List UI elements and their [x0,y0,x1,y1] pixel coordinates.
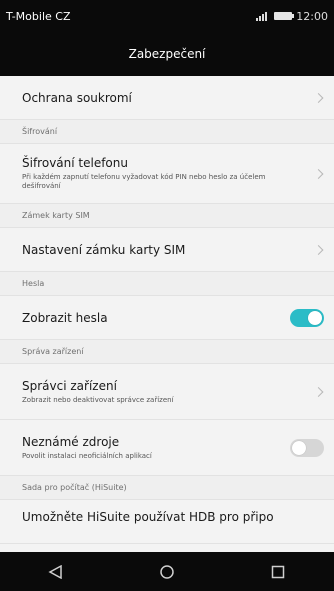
back-triangle-icon [48,564,62,579]
section-header-sim-lock: Zámek karty SIM [0,204,334,228]
recents-square-icon [272,565,285,578]
battery-icon [274,12,295,20]
unknown-sources-title: Neznámé zdroje [22,434,120,449]
device-admins-title: Správci zařízení [22,378,117,393]
chevron-right-icon [313,244,324,255]
chevron-right-icon [313,92,324,103]
back-button[interactable] [36,552,76,591]
hisuite-hdb-title: Umožněte HiSuite používat HDB pro připo [22,510,274,524]
unknown-sources-toggle[interactable] [290,438,324,457]
navigation-bar [0,552,334,591]
chevron-right-icon [313,386,324,397]
hisuite-hdb-item[interactable]: Umožněte HiSuite používat HDB pro připo [0,500,334,544]
page-title: Zabezpečení [128,47,206,61]
sim-lock-title: Nastavení zámku karty SIM [22,242,186,257]
show-passwords-title: Zobrazit hesla [22,310,108,325]
chevron-right-icon [313,168,324,179]
device-admins-subtitle: Zobrazit nebo deaktivovat správce zaříze… [22,395,174,404]
toggle-knob [308,310,322,325]
privacy-item[interactable]: Ochrana soukromí [0,76,334,120]
unknown-sources-subtitle: Povolit instalaci neoficiálních aplikací [22,451,152,460]
status-bar: T-Mobile CZ 12:00 [0,0,334,32]
device-admins-item[interactable]: Správci zařízení Zobrazit nebo deaktivov… [0,364,334,420]
clock: 12:00 [296,9,328,23]
phone-encryption-title: Šifrování telefonu [22,156,128,171]
page-header: Zabezpečení [0,32,334,76]
home-button[interactable] [147,552,187,591]
sim-lock-item[interactable]: Nastavení zámku karty SIM [0,228,334,272]
recents-button[interactable] [258,552,298,591]
section-header-device-admin: Správa zařízení [0,340,334,364]
section-header-hisuite: Sada pro počítač (HiSuite) [0,476,334,500]
section-header-encryption: Šifrování [0,120,334,144]
show-passwords-toggle[interactable] [290,308,324,327]
section-header-passwords: Hesla [0,272,334,296]
status-indicators: 12:00 [256,10,328,23]
home-circle-icon [160,564,174,579]
toggle-knob [292,440,306,455]
phone-encryption-subtitle: Při každém zapnutí telefonu vyžadovat kó… [22,173,266,190]
signal-icon [256,12,268,21]
privacy-item-title: Ochrana soukromí [22,90,132,105]
settings-list[interactable]: Ochrana soukromí Šifrování Šifrování tel… [0,76,334,552]
carrier-label: T-Mobile CZ [6,9,71,23]
show-passwords-item[interactable]: Zobrazit hesla [0,296,334,340]
phone-encryption-item[interactable]: Šifrování telefonu Při každém zapnutí te… [0,144,334,204]
unknown-sources-item[interactable]: Neznámé zdroje Povolit instalaci neofici… [0,420,334,476]
